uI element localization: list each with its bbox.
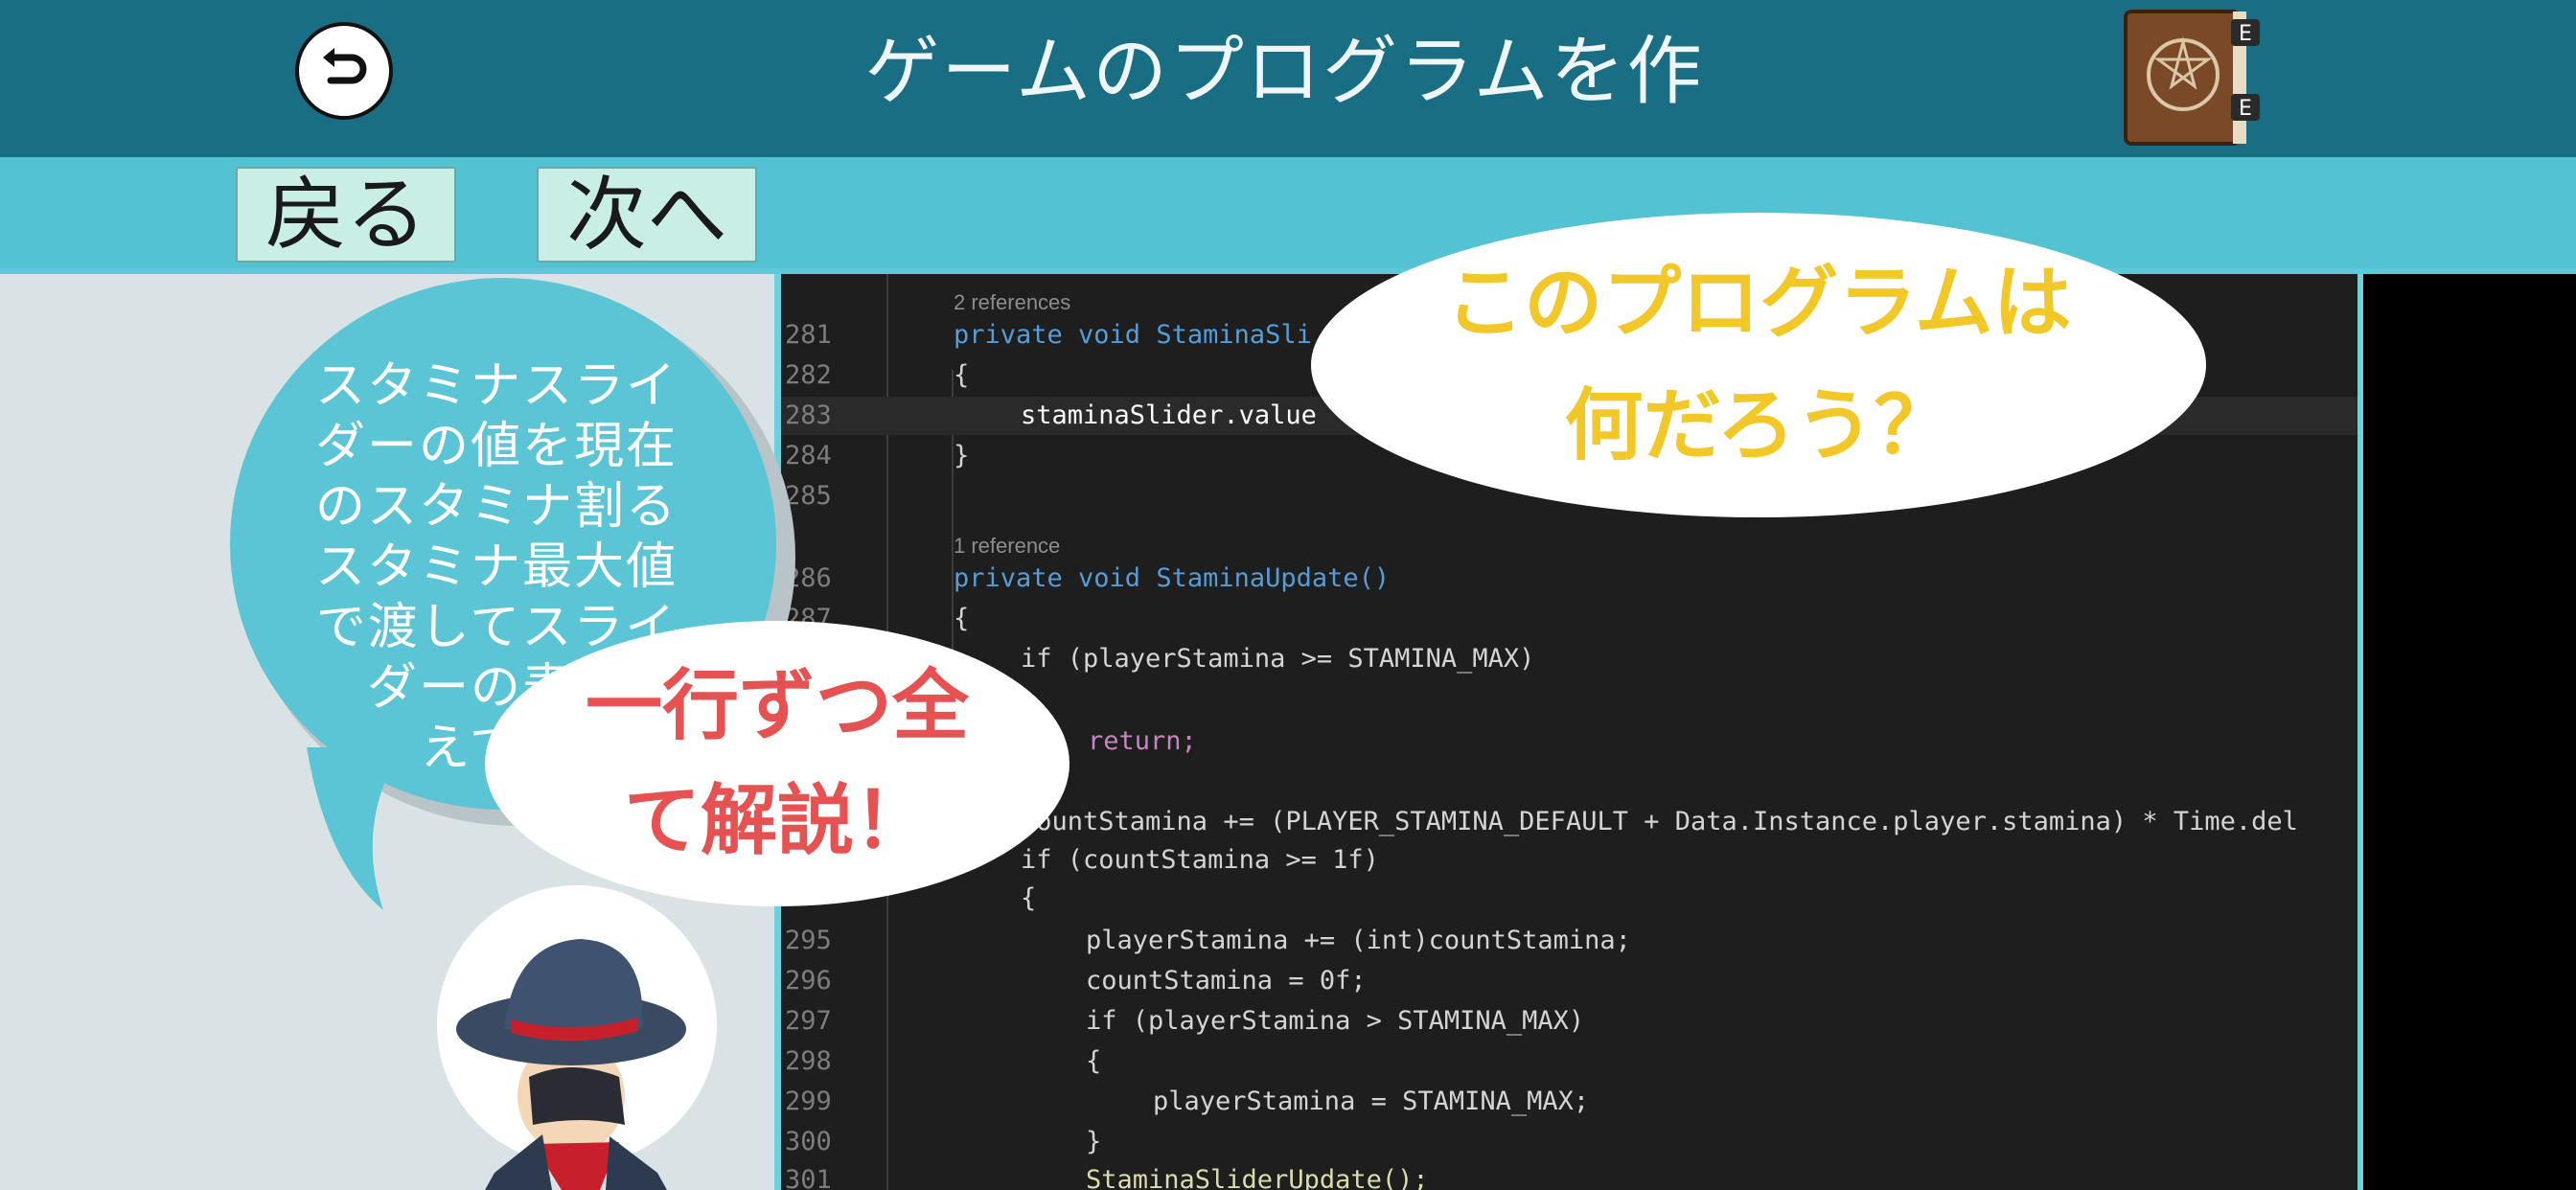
code-line: { (1021, 883, 1037, 913)
callout-explain: 一行ずつ全 て解説！ (485, 621, 1070, 906)
callout-line: て解説！ (624, 776, 931, 865)
line-number: 295 (785, 926, 832, 955)
line-number: 299 (785, 1087, 832, 1116)
line-number: 284 (785, 441, 832, 470)
line-number: 298 (785, 1046, 832, 1076)
code-line: if (playerStamina > STAMINA_MAX) (1086, 1006, 1585, 1036)
back-button[interactable] (295, 22, 393, 120)
line-number: 285 (785, 481, 832, 511)
code-line: } (954, 441, 970, 470)
code-line: StaminaSliderUpdate(); (1086, 1165, 1429, 1190)
code-line: } (1086, 1127, 1102, 1156)
line-number: 297 (785, 1006, 832, 1036)
svg-text:E: E (2239, 22, 2252, 46)
line-number: 296 (785, 966, 832, 995)
code-line: private void StaminaUpdate() (954, 563, 1391, 593)
line-number: 281 (785, 320, 832, 350)
code-line: if (playerStamina >= STAMINA_MAX) (1021, 644, 1535, 674)
code-line: countStamina = 0f; (1086, 966, 1367, 995)
callout-line: このプログラムは (1445, 258, 2072, 349)
line-number: 300 (785, 1127, 832, 1156)
side-margin (2363, 274, 2576, 1190)
speech-line: ダーの値を現在 (314, 418, 678, 475)
code-line: { (954, 360, 970, 390)
speech-line: スタミナスライ (314, 357, 678, 415)
speech-line: のスタミナ割る (314, 478, 678, 536)
code-line: { (954, 604, 970, 633)
callout-line: 一行ずつ全 (586, 661, 969, 750)
code-line: countStamina += (PLAYER_STAMINA_DEFAULT … (1021, 807, 2298, 836)
callout-question: このプログラムは 何だろう？ (1311, 213, 2206, 517)
code-line: return; (1088, 726, 1197, 756)
next-text-button[interactable]: 次へ (537, 167, 757, 263)
code-line: private void StaminaSli (954, 320, 1312, 350)
svg-text:E: E (2239, 97, 2252, 121)
spellbook-icon[interactable]: E E (2120, 6, 2266, 148)
page-title: ゲームのプログラムを作 (864, 29, 1704, 115)
undo-arrow-icon (323, 48, 367, 84)
code-line: playerStamina = STAMINA_MAX; (1153, 1087, 1590, 1116)
back-text-button[interactable]: 戻る (236, 167, 456, 263)
code-line: { (1086, 1046, 1102, 1076)
cowboy-character-icon (456, 939, 686, 1190)
code-line: staminaSlider.value (1021, 400, 1317, 430)
line-number: 282 (785, 360, 832, 390)
speech-line: スタミナ最大値 (314, 538, 678, 596)
code-line: if (countStamina >= 1f) (1021, 845, 1379, 875)
line-number: 283 (785, 400, 832, 430)
callout-line: 何だろう？ (1564, 380, 1953, 471)
code-line: playerStamina += (int)countStamina; (1086, 926, 1631, 955)
line-number: 301 (785, 1165, 832, 1190)
